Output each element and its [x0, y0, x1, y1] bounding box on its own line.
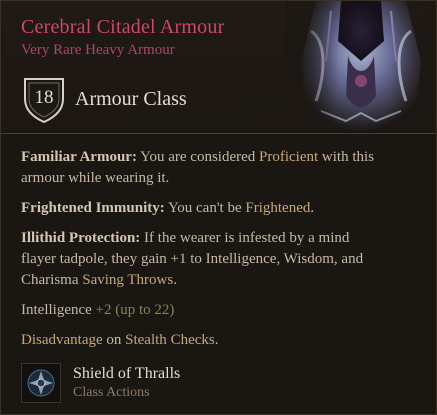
property-frightened-immunity: Frightened Immunity: You can't be Fright… — [21, 200, 315, 216]
action-category: Class Actions — [73, 385, 150, 400]
keyword-checks[interactable]: Checks — [171, 332, 215, 348]
armour-class-badge: 18 — [21, 75, 67, 123]
armour-class-row: 18 Armour Class — [21, 75, 187, 123]
item-name: Cerebral Citadel Armour — [21, 16, 225, 38]
keyword-disadvantage[interactable]: Disadvantage — [21, 332, 103, 348]
stat-value: +2 — [95, 302, 112, 318]
action-name: Shield of Thralls — [73, 365, 181, 382]
property-familiar-armour: Familiar Armour: You are considered Prof… — [21, 149, 375, 186]
stealth-disadvantage: Disadvantage on Stealth Checks. — [21, 332, 219, 348]
property-name: Familiar Armour: — [21, 149, 137, 165]
property-name: Illithid Protection: — [21, 230, 141, 246]
stat-name: Intelligence — [21, 302, 92, 318]
item-tooltip: Cerebral Citadel Armour Very Rare Heavy … — [0, 0, 437, 415]
stat-cap: (up to 22) — [115, 302, 175, 318]
keyword-frightened[interactable]: Frightened — [245, 200, 310, 216]
property-name: Frightened Immunity: — [21, 200, 165, 216]
item-rarity-type: Very Rare Heavy Armour — [21, 42, 175, 58]
armour-class-value: 18 — [34, 87, 54, 108]
armour-class-label: Armour Class — [75, 87, 187, 110]
keyword-proficient[interactable]: Proficient — [259, 149, 318, 165]
shield-of-thralls-icon — [21, 363, 61, 403]
divider — [1, 133, 436, 134]
properties-section: Familiar Armour: You are considered Prof… — [21, 147, 381, 360]
stat-bonus-intelligence: Intelligence +2 (up to 22) — [21, 300, 381, 321]
property-illithid-protection: Illithid Protection: If the wearer is in… — [21, 230, 364, 288]
keyword-stealth[interactable]: Stealth — [125, 332, 167, 348]
granted-action[interactable]: Shield of Thralls Class Actions — [21, 363, 180, 403]
tooltip-header: Cerebral Citadel Armour Very Rare Heavy … — [1, 1, 436, 131]
keyword-saving-throws[interactable]: Saving Throws — [82, 272, 173, 288]
